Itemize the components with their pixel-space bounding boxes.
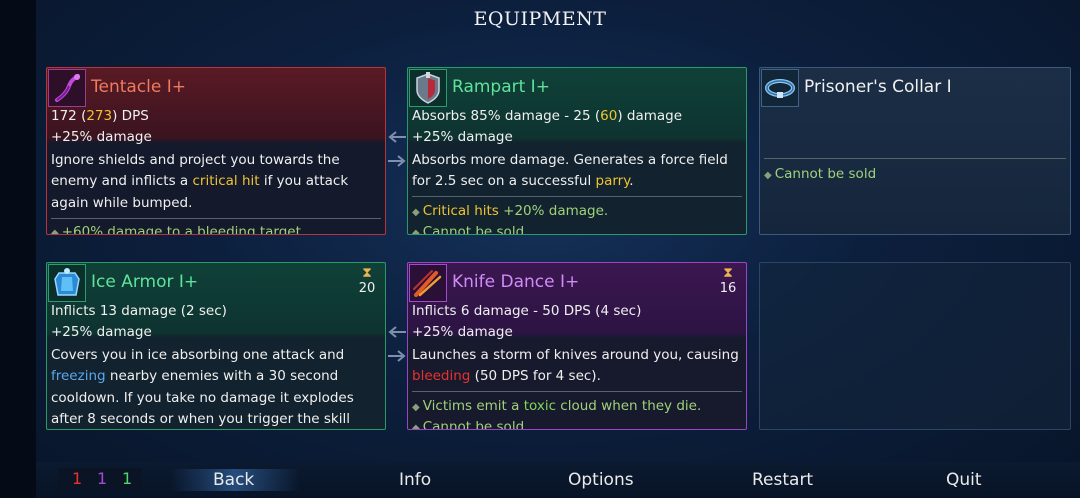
- arrow-left-icon: [388, 131, 406, 143]
- quit-button[interactable]: Quit: [946, 470, 982, 490]
- item-dps: 172 (273) DPS: [51, 108, 149, 124]
- cooldown: ⧗ 16: [716, 265, 740, 297]
- diamond-bullet-icon: ◆: [412, 207, 420, 218]
- item-description: Launches a storm of knives around you, c…: [412, 347, 739, 385]
- item-description: Absorbs more damage. Generates a force f…: [412, 152, 728, 190]
- item-name: Knife Dance I+: [452, 272, 580, 292]
- stat-brutality: 1: [72, 469, 83, 488]
- item-bonus: +25% damage: [412, 129, 513, 145]
- knife-dance-icon: [409, 264, 447, 302]
- shield-icon: [409, 69, 447, 107]
- item-card-tentacle[interactable]: Tentacle I+ 172 (273) DPS +25% damage Ig…: [46, 67, 386, 235]
- cooldown: ⧗ 20: [355, 265, 379, 297]
- cooldown-value: 20: [358, 281, 376, 296]
- affix-bullet: ◆ Cannot be sold: [412, 419, 524, 430]
- item-stat: Inflicts 6 damage - 50 DPS (4 sec): [412, 303, 642, 319]
- arrow-right-icon: [388, 350, 406, 362]
- item-stat: Inflicts 13 damage (2 sec): [51, 303, 227, 319]
- item-name: Rampart I+: [452, 77, 550, 97]
- item-bonus: +25% damage: [412, 324, 513, 340]
- item-bonus: +25% damage: [51, 324, 152, 340]
- item-name: Ice Armor I+: [91, 272, 199, 292]
- diamond-bullet-icon: ◆: [412, 228, 420, 235]
- info-button[interactable]: Info: [399, 470, 431, 490]
- diamond-bullet-icon: ◆: [764, 170, 772, 181]
- back-button[interactable]: Back: [213, 470, 254, 490]
- item-bonus: +25% damage: [51, 129, 152, 145]
- divider: [51, 218, 381, 219]
- item-card-knife-dance[interactable]: Knife Dance I+ ⧗ 16 Inflicts 6 damage - …: [407, 262, 747, 430]
- tentacle-whip-icon: [48, 69, 86, 107]
- empty-item-slot[interactable]: [759, 262, 1071, 430]
- affix-bullet: ◆ Cannot be sold: [412, 224, 524, 235]
- divider: [764, 158, 1066, 159]
- item-stat: Absorbs 85% damage - 25 (60) damage: [412, 108, 683, 124]
- ice-armor-icon: [48, 264, 86, 302]
- item-description: Ignore shields and project you towards t…: [51, 152, 349, 211]
- arrow-right-icon: [388, 155, 406, 167]
- item-card-ice-armor[interactable]: Ice Armor I+ ⧗ 20 Inflicts 13 damage (2 …: [46, 262, 386, 430]
- item-card-prisoners-collar[interactable]: Prisoner's Collar I ◆ Cannot be sold: [759, 67, 1071, 235]
- stat-tactics: 1: [97, 469, 108, 488]
- left-edge-bar: [0, 0, 36, 498]
- affix-bullet: ◆ Critical hits +20% damage.: [412, 203, 609, 219]
- diamond-bullet-icon: ◆: [51, 228, 59, 235]
- hourglass-icon: ⧗: [362, 265, 372, 281]
- affix-bullet: ◆ Cannot be sold: [764, 166, 877, 182]
- arrow-left-icon: [388, 326, 406, 338]
- cooldown-value: 16: [719, 281, 737, 296]
- affix-bullet: ◆ +60% damage to a bleeding target: [51, 224, 301, 235]
- page-title: EQUIPMENT: [473, 8, 607, 30]
- item-description: Covers you in ice absorbing one attack a…: [51, 347, 354, 427]
- affix-bullet: ◆ Victims emit a toxic cloud when they di…: [412, 398, 702, 414]
- item-card-rampart[interactable]: Rampart I+ Absorbs 85% damage - 25 (60) …: [407, 67, 747, 235]
- divider: [412, 196, 742, 197]
- options-button[interactable]: Options: [568, 470, 634, 490]
- stat-survival: 1: [122, 469, 133, 488]
- hourglass-icon: ⧗: [723, 265, 733, 281]
- diamond-bullet-icon: ◆: [412, 402, 420, 413]
- collar-icon: [761, 69, 799, 107]
- diamond-bullet-icon: ◆: [412, 423, 420, 430]
- restart-button[interactable]: Restart: [752, 470, 813, 490]
- item-name: Prisoner's Collar I: [804, 77, 952, 97]
- divider: [412, 391, 742, 392]
- item-name: Tentacle I+: [91, 77, 187, 97]
